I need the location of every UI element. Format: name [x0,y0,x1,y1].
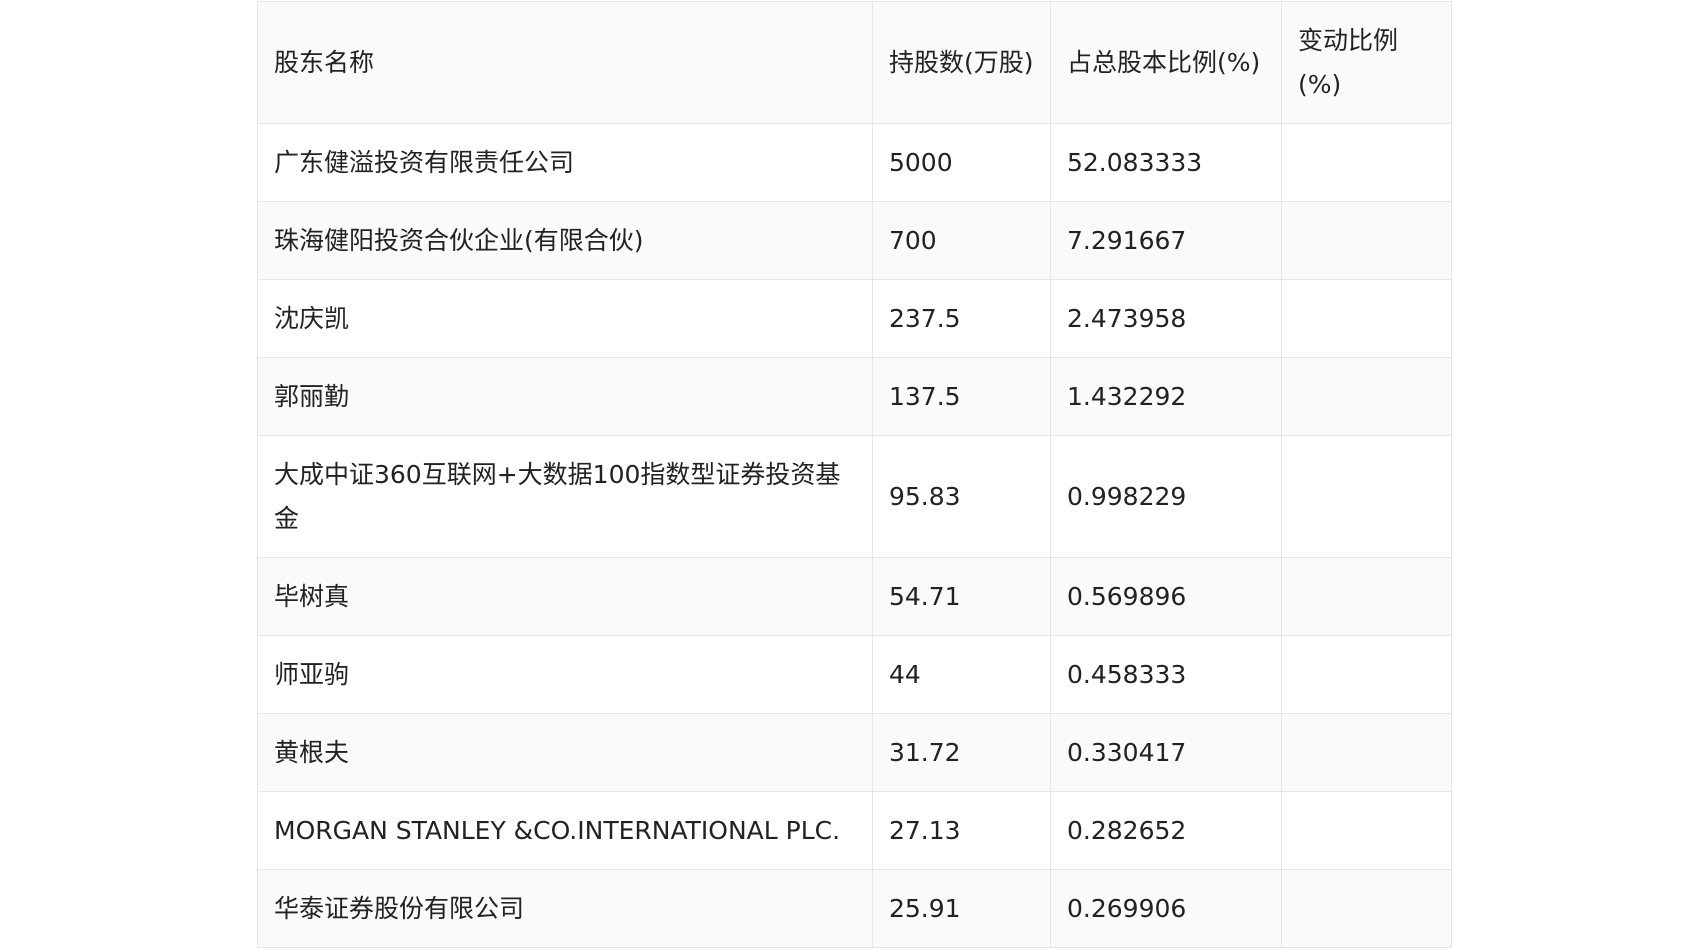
cell-shareholder-name: MORGAN STANLEY &CO.INTERNATIONAL PLC. [257,791,873,870]
cell-share-ratio: 0.458333 [1050,635,1282,714]
table-row: 广东健溢投资有限责任公司 5000 52.083333 [257,123,1452,202]
table-row: 大成中证360互联网+大数据100指数型证券投资基金 95.83 0.99822… [257,435,1452,558]
cell-share-ratio: 0.282652 [1050,791,1282,870]
header-change-ratio: 变动比例(%) [1281,1,1452,124]
cell-shareholder-name: 郭丽勤 [257,357,873,436]
shareholder-table-container: 股东名称 持股数(万股) 占总股本比例(%) 变动比例(%) 广东健溢投资有限责… [257,1,1452,948]
cell-share-ratio: 0.569896 [1050,557,1282,636]
cell-shares-held: 700 [872,201,1051,280]
cell-change-ratio [1281,713,1452,792]
cell-shareholder-name: 黄根夫 [257,713,873,792]
cell-shareholder-name: 珠海健阳投资合伙企业(有限合伙) [257,201,873,280]
cell-change-ratio [1281,201,1452,280]
cell-shares-held: 95.83 [872,435,1051,558]
header-shareholder-name: 股东名称 [257,1,873,124]
cell-change-ratio [1281,357,1452,436]
header-shares-held: 持股数(万股) [872,1,1051,124]
table-row: 师亚驹 44 0.458333 [257,635,1452,714]
cell-change-ratio [1281,435,1452,558]
cell-shares-held: 54.71 [872,557,1051,636]
cell-change-ratio [1281,791,1452,870]
cell-shares-held: 25.91 [872,869,1051,948]
cell-shares-held: 5000 [872,123,1051,202]
cell-change-ratio [1281,869,1452,948]
cell-shares-held: 237.5 [872,279,1051,358]
shareholder-table: 股东名称 持股数(万股) 占总股本比例(%) 变动比例(%) 广东健溢投资有限责… [257,1,1452,948]
cell-shares-held: 44 [872,635,1051,714]
table-row: 黄根夫 31.72 0.330417 [257,713,1452,792]
cell-shares-held: 137.5 [872,357,1051,436]
table-row: MORGAN STANLEY &CO.INTERNATIONAL PLC. 27… [257,791,1452,870]
table-row: 毕树真 54.71 0.569896 [257,557,1452,636]
cell-share-ratio: 0.330417 [1050,713,1282,792]
cell-shareholder-name: 大成中证360互联网+大数据100指数型证券投资基金 [257,435,873,558]
cell-shareholder-name: 师亚驹 [257,635,873,714]
cell-shareholder-name: 毕树真 [257,557,873,636]
cell-share-ratio: 0.269906 [1050,869,1282,948]
cell-change-ratio [1281,635,1452,714]
cell-share-ratio: 0.998229 [1050,435,1282,558]
cell-shareholder-name: 沈庆凯 [257,279,873,358]
cell-share-ratio: 1.432292 [1050,357,1282,436]
table-row: 华泰证券股份有限公司 25.91 0.269906 [257,869,1452,948]
table-header-row: 股东名称 持股数(万股) 占总股本比例(%) 变动比例(%) [257,1,1452,124]
header-share-ratio: 占总股本比例(%) [1050,1,1282,124]
cell-share-ratio: 7.291667 [1050,201,1282,280]
cell-shares-held: 31.72 [872,713,1051,792]
cell-share-ratio: 52.083333 [1050,123,1282,202]
cell-share-ratio: 2.473958 [1050,279,1282,358]
cell-change-ratio [1281,123,1452,202]
cell-shares-held: 27.13 [872,791,1051,870]
cell-shareholder-name: 华泰证券股份有限公司 [257,869,873,948]
table-row: 沈庆凯 237.5 2.473958 [257,279,1452,358]
cell-shareholder-name: 广东健溢投资有限责任公司 [257,123,873,202]
table-row: 郭丽勤 137.5 1.432292 [257,357,1452,436]
table-row: 珠海健阳投资合伙企业(有限合伙) 700 7.291667 [257,201,1452,280]
cell-change-ratio [1281,279,1452,358]
cell-change-ratio [1281,557,1452,636]
